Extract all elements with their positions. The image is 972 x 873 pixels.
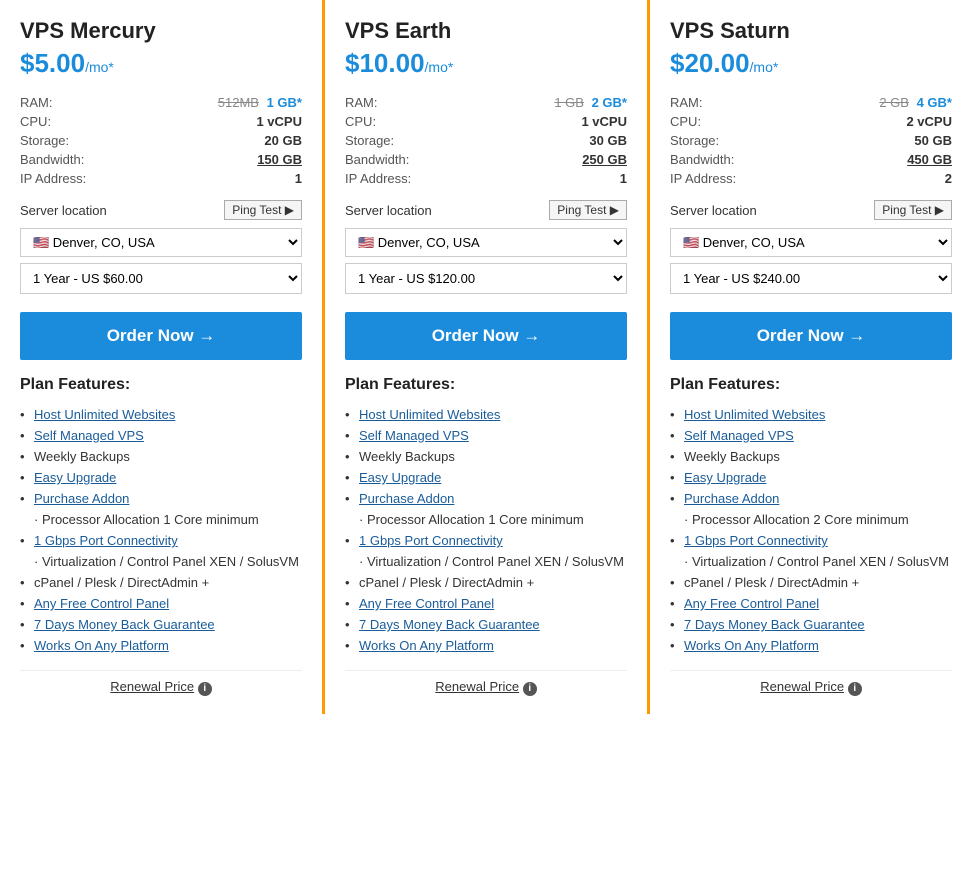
feature-list-earth: Host Unlimited Websites Self Managed VPS… xyxy=(345,404,627,656)
plan-earth-name: VPS Earth xyxy=(345,18,627,44)
plan-mercury-price: $5.00/mo* xyxy=(20,48,302,79)
spec-bandwidth-earth: Bandwidth: 250 GB xyxy=(345,150,627,169)
plan-mercury: VPS Mercury $5.00/mo* RAM: 512MB 1 GB* C… xyxy=(0,0,325,714)
spec-ip-saturn: IP Address: 2 xyxy=(670,169,952,188)
renewal-price-earth: Renewal Price i xyxy=(345,670,627,696)
feature-saturn-0: Host Unlimited Websites xyxy=(670,404,952,425)
feature-mercury-4: Purchase Addon xyxy=(20,488,302,509)
feature-earth-1: Self Managed VPS xyxy=(345,425,627,446)
features-title-mercury: Plan Features: xyxy=(20,376,302,394)
feature-mercury-1: Self Managed VPS xyxy=(20,425,302,446)
spec-cpu: CPU: 1 vCPU xyxy=(20,112,302,131)
billing-select-earth[interactable]: 1 Year - US $120.00 xyxy=(345,263,627,294)
feature-saturn-7: · Virtualization / Control Panel XEN / S… xyxy=(670,551,952,572)
feature-saturn-6: 1 Gbps Port Connectivity xyxy=(670,530,952,551)
feature-earth-5: · Processor Allocation 1 Core minimum xyxy=(345,509,627,530)
spec-ram-saturn: RAM: 2 GB 4 GB* xyxy=(670,93,952,112)
feature-mercury-9: Any Free Control Panel xyxy=(20,593,302,614)
spec-cpu-earth: CPU: 1 vCPU xyxy=(345,112,627,131)
renewal-info-icon-mercury[interactable]: i xyxy=(198,682,212,696)
feature-earth-8: cPanel / Plesk / DirectAdmin + xyxy=(345,572,627,593)
feature-earth-6: 1 Gbps Port Connectivity xyxy=(345,530,627,551)
feature-earth-3: Easy Upgrade xyxy=(345,467,627,488)
ping-test-earth[interactable]: Ping Test ▶ xyxy=(549,200,627,220)
plan-saturn-specs: RAM: 2 GB 4 GB* CPU: 2 vCPU Storage: 50 … xyxy=(670,93,952,188)
feature-mercury-11: Works On Any Platform xyxy=(20,635,302,656)
feature-earth-4: Purchase Addon xyxy=(345,488,627,509)
feature-mercury-7: · Virtualization / Control Panel XEN / S… xyxy=(20,551,302,572)
spec-ram-earth: RAM: 1 GB 2 GB* xyxy=(345,93,627,112)
feature-saturn-9: Any Free Control Panel xyxy=(670,593,952,614)
feature-saturn-5: · Processor Allocation 2 Core minimum xyxy=(670,509,952,530)
feature-saturn-1: Self Managed VPS xyxy=(670,425,952,446)
feature-saturn-2: Weekly Backups xyxy=(670,446,952,467)
feature-mercury-6: 1 Gbps Port Connectivity xyxy=(20,530,302,551)
feature-saturn-11: Works On Any Platform xyxy=(670,635,952,656)
plan-earth: VPS Earth $10.00/mo* RAM: 1 GB 2 GB* CPU… xyxy=(325,0,650,714)
order-btn-earth[interactable]: Order Now → xyxy=(345,312,627,360)
feature-mercury-8: cPanel / Plesk / DirectAdmin + xyxy=(20,572,302,593)
plan-saturn: VPS Saturn $20.00/mo* RAM: 2 GB 4 GB* CP… xyxy=(650,0,972,714)
spec-bandwidth-saturn: Bandwidth: 450 GB xyxy=(670,150,952,169)
location-select-mercury[interactable]: 🇺🇸 Denver, CO, USA xyxy=(20,228,302,257)
feature-earth-10: 7 Days Money Back Guarantee xyxy=(345,614,627,635)
feature-saturn-8: cPanel / Plesk / DirectAdmin + xyxy=(670,572,952,593)
billing-select-saturn[interactable]: 1 Year - US $240.00 xyxy=(670,263,952,294)
renewal-price-saturn: Renewal Price i xyxy=(670,670,952,696)
feature-list-saturn: Host Unlimited Websites Self Managed VPS… xyxy=(670,404,952,656)
spec-ram: RAM: 512MB 1 GB* xyxy=(20,93,302,112)
feature-mercury-3: Easy Upgrade xyxy=(20,467,302,488)
server-location-saturn: Server location Ping Test ▶ xyxy=(670,200,952,220)
feature-saturn-3: Easy Upgrade xyxy=(670,467,952,488)
feature-mercury-2: Weekly Backups xyxy=(20,446,302,467)
feature-saturn-4: Purchase Addon xyxy=(670,488,952,509)
renewal-info-icon-saturn[interactable]: i xyxy=(848,682,862,696)
server-location-mercury: Server location Ping Test ▶ xyxy=(20,200,302,220)
spec-ip: IP Address: 1 xyxy=(20,169,302,188)
location-select-saturn[interactable]: 🇺🇸 Denver, CO, USA xyxy=(670,228,952,257)
feature-mercury-5: · Processor Allocation 1 Core minimum xyxy=(20,509,302,530)
spec-storage-saturn: Storage: 50 GB xyxy=(670,131,952,150)
plans-wrapper: ‹ VPS Mercury $5.00/mo* RAM: 512MB 1 GB*… xyxy=(0,0,972,714)
spec-ip-earth: IP Address: 1 xyxy=(345,169,627,188)
spec-storage: Storage: 20 GB xyxy=(20,131,302,150)
plan-mercury-name: VPS Mercury xyxy=(20,18,302,44)
ping-test-saturn[interactable]: Ping Test ▶ xyxy=(874,200,952,220)
location-select-earth[interactable]: 🇺🇸 Denver, CO, USA xyxy=(345,228,627,257)
ping-test-mercury[interactable]: Ping Test ▶ xyxy=(224,200,302,220)
plan-saturn-name: VPS Saturn xyxy=(670,18,952,44)
feature-earth-2: Weekly Backups xyxy=(345,446,627,467)
server-location-earth: Server location Ping Test ▶ xyxy=(345,200,627,220)
spec-cpu-saturn: CPU: 2 vCPU xyxy=(670,112,952,131)
plan-earth-price: $10.00/mo* xyxy=(345,48,627,79)
renewal-info-icon-earth[interactable]: i xyxy=(523,682,537,696)
plan-earth-specs: RAM: 1 GB 2 GB* CPU: 1 vCPU Storage: 30 … xyxy=(345,93,627,188)
spec-storage-earth: Storage: 30 GB xyxy=(345,131,627,150)
feature-list-mercury: Host Unlimited Websites Self Managed VPS… xyxy=(20,404,302,656)
feature-earth-9: Any Free Control Panel xyxy=(345,593,627,614)
order-btn-mercury[interactable]: Order Now → xyxy=(20,312,302,360)
features-title-earth: Plan Features: xyxy=(345,376,627,394)
spec-bandwidth: Bandwidth: 150 GB xyxy=(20,150,302,169)
feature-mercury-10: 7 Days Money Back Guarantee xyxy=(20,614,302,635)
feature-saturn-10: 7 Days Money Back Guarantee xyxy=(670,614,952,635)
feature-mercury-0: Host Unlimited Websites xyxy=(20,404,302,425)
billing-select-mercury[interactable]: 1 Year - US $60.00 xyxy=(20,263,302,294)
feature-earth-11: Works On Any Platform xyxy=(345,635,627,656)
feature-earth-0: Host Unlimited Websites xyxy=(345,404,627,425)
plans-container: VPS Mercury $5.00/mo* RAM: 512MB 1 GB* C… xyxy=(0,0,972,714)
renewal-price-mercury: Renewal Price i xyxy=(20,670,302,696)
feature-earth-7: · Virtualization / Control Panel XEN / S… xyxy=(345,551,627,572)
plan-mercury-specs: RAM: 512MB 1 GB* CPU: 1 vCPU Storage: 20… xyxy=(20,93,302,188)
order-btn-saturn[interactable]: Order Now → xyxy=(670,312,952,360)
plan-saturn-price: $20.00/mo* xyxy=(670,48,952,79)
features-title-saturn: Plan Features: xyxy=(670,376,952,394)
